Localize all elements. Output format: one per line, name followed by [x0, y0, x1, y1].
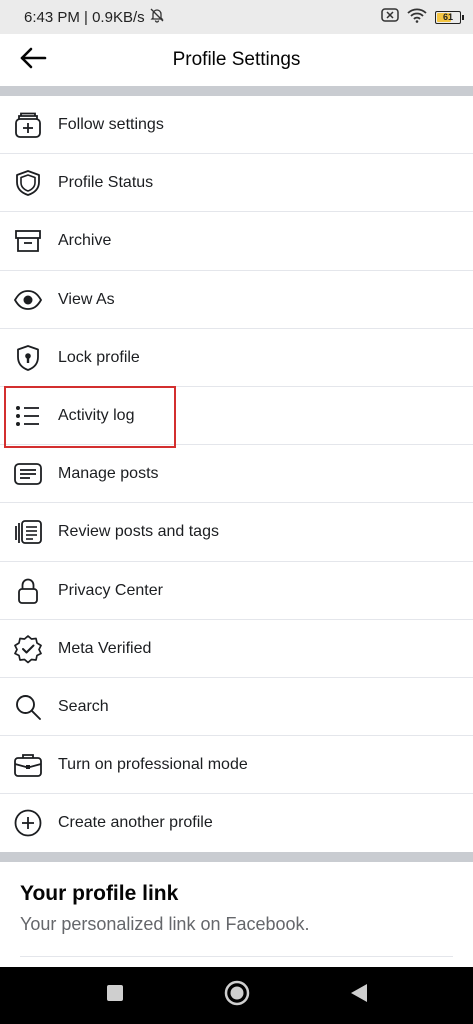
- recents-button[interactable]: [100, 981, 130, 1011]
- page-title: Profile Settings: [172, 49, 301, 70]
- follow-settings-icon: [12, 109, 44, 141]
- status-right: 61: [381, 8, 464, 27]
- menu-item-professional-mode[interactable]: Turn on professional mode: [0, 736, 473, 795]
- system-nav-bar: [0, 967, 473, 1024]
- menu-item-label: Manage posts: [58, 465, 159, 483]
- menu-item-label: Archive: [58, 232, 112, 250]
- search-icon: [12, 691, 44, 723]
- triangle-back-icon: [349, 982, 369, 1009]
- menu-item-search[interactable]: Search: [0, 678, 473, 737]
- profile-link-subtitle: Your personalized link on Facebook.: [20, 914, 310, 934]
- profile-link-section: Your profile link Your personalized link…: [0, 862, 473, 967]
- menu-item-privacy-center[interactable]: Privacy Center: [0, 562, 473, 620]
- settings-menu: Follow settings Profile Status Archive V…: [0, 96, 473, 852]
- list-icon: [12, 400, 44, 432]
- shield-icon: [12, 167, 44, 199]
- status-time-network: 6:43 PM | 0.9KB/s: [24, 8, 145, 26]
- menu-item-view-as[interactable]: View As: [0, 271, 473, 329]
- menu-item-profile-status[interactable]: Profile Status: [0, 154, 473, 213]
- back-nav-button[interactable]: [344, 981, 374, 1011]
- section-divider: [0, 852, 473, 862]
- plus-circle-icon: [12, 807, 44, 839]
- review-tags-icon: [12, 516, 44, 548]
- briefcase-icon: [12, 749, 44, 781]
- archive-box-icon: [12, 225, 44, 257]
- verified-badge-icon: [12, 633, 44, 665]
- status-bar: 6:43 PM | 0.9KB/s 61: [0, 0, 473, 34]
- divider: [20, 956, 453, 957]
- menu-item-follow-settings[interactable]: Follow settings: [0, 96, 473, 155]
- menu-item-review-posts-tags[interactable]: Review posts and tags: [0, 503, 473, 562]
- menu-item-create-another-profile[interactable]: Create another profile: [0, 794, 473, 852]
- menu-item-label: Review posts and tags: [58, 523, 219, 541]
- menu-item-label: Search: [58, 697, 109, 715]
- back-button[interactable]: [16, 44, 50, 76]
- menu-item-label: Privacy Center: [58, 581, 163, 599]
- profile-link-title: Your profile link: [20, 882, 179, 905]
- menu-item-label: Meta Verified: [58, 639, 152, 657]
- battery-level: 61: [442, 12, 453, 22]
- bell-muted-icon: [149, 7, 165, 27]
- menu-item-lock-profile[interactable]: Lock profile: [0, 329, 473, 388]
- circle-home-icon: [224, 980, 250, 1011]
- section-divider: [0, 86, 473, 96]
- square-icon: [106, 984, 124, 1007]
- menu-item-manage-posts[interactable]: Manage posts: [0, 445, 473, 504]
- header: Profile Settings: [0, 34, 473, 86]
- wifi-icon: [407, 8, 427, 27]
- menu-item-label: Activity log: [58, 407, 135, 425]
- menu-item-activity-log[interactable]: Activity log: [0, 387, 473, 446]
- status-left: 6:43 PM | 0.9KB/s: [24, 7, 165, 27]
- arrow-left-icon: [19, 46, 47, 75]
- menu-item-label: Lock profile: [58, 348, 140, 366]
- sim-off-icon: [381, 8, 399, 26]
- menu-item-label: Turn on professional mode: [58, 756, 248, 774]
- menu-item-label: View As: [58, 290, 115, 308]
- menu-item-label: Create another profile: [58, 814, 213, 832]
- posts-card-icon: [12, 458, 44, 490]
- menu-item-label: Follow settings: [58, 116, 164, 134]
- eye-icon: [12, 284, 44, 316]
- battery-icon: 61: [435, 10, 464, 24]
- menu-item-meta-verified[interactable]: Meta Verified: [0, 620, 473, 679]
- lock-shield-icon: [12, 342, 44, 374]
- menu-item-archive[interactable]: Archive: [0, 212, 473, 271]
- menu-item-label: Profile Status: [58, 174, 154, 192]
- home-button[interactable]: [222, 980, 252, 1011]
- padlock-icon: [12, 575, 44, 607]
